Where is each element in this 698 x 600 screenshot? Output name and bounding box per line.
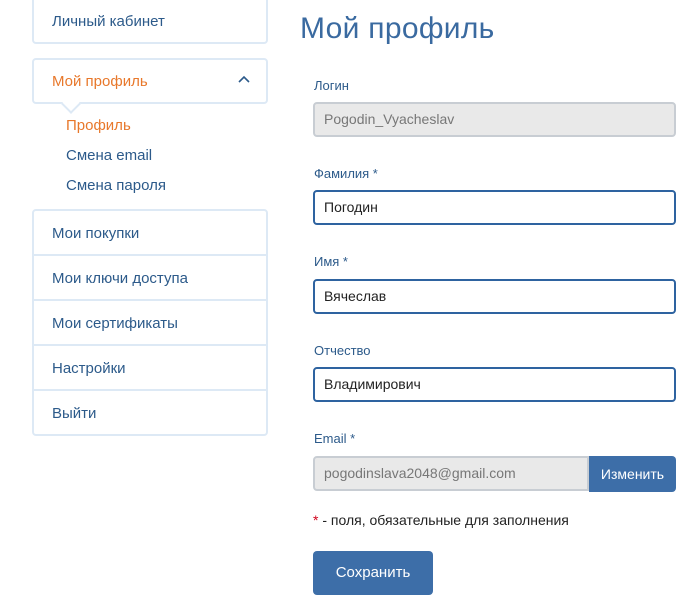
sidebar-item-logout[interactable]: Выйти: [34, 391, 266, 436]
sidebar-item-purchases[interactable]: Мои покупки: [34, 211, 266, 256]
required-note-text: - поля, обязательные для заполнения: [318, 512, 569, 528]
active-pointer: [61, 94, 81, 114]
submenu-item-change-password[interactable]: Смена пароля: [66, 177, 166, 194]
sidebar-item-label: Мои сертификаты: [52, 315, 178, 332]
save-button[interactable]: Сохранить: [313, 551, 433, 595]
last-name-label: Фамилия *: [314, 166, 378, 181]
login-field[interactable]: Pogodin_Vyacheslav: [313, 102, 676, 137]
email-label: Email *: [314, 431, 356, 446]
sidebar-item-label: Мои ключи доступа: [52, 270, 188, 287]
page-title: Мой профиль: [300, 12, 495, 45]
submenu-item-profile[interactable]: Профиль: [66, 117, 131, 134]
sidebar-item-settings[interactable]: Настройки: [34, 346, 266, 391]
sidebar-item-label: Настройки: [52, 360, 126, 377]
last-name-field[interactable]: Погодин: [313, 190, 676, 225]
login-label: Логин: [314, 78, 349, 93]
first-name-label: Имя *: [314, 254, 348, 269]
middle-name-label: Отчество: [314, 343, 371, 358]
submenu-item-change-email[interactable]: Смена email: [66, 147, 152, 164]
middle-name-field[interactable]: Владимирович: [313, 367, 676, 402]
sidebar-item-label: Личный кабинет: [52, 13, 165, 30]
sidebar-item-personal-account[interactable]: Личный кабинет: [32, 0, 268, 44]
chevron-up-icon: [238, 71, 250, 86]
first-name-field[interactable]: Вячеслав: [313, 279, 676, 314]
sidebar-item-label: Выйти: [52, 405, 97, 422]
sidebar-item-label: Мой профиль: [52, 73, 148, 90]
sidebar-item-access-keys[interactable]: Мои ключи доступа: [34, 256, 266, 301]
required-fields-note: * - поля, обязательные для заполнения: [313, 512, 569, 528]
sidebar-item-certificates[interactable]: Мои сертификаты: [34, 301, 266, 346]
change-email-button[interactable]: Изменить: [589, 456, 676, 492]
sidebar-item-label: Мои покупки: [52, 225, 140, 242]
sidebar-item-my-profile[interactable]: Мой профиль: [32, 58, 268, 114]
sidebar-menu: Мои покупки Мои ключи доступа Мои сертиф…: [32, 209, 268, 436]
email-field[interactable]: pogodinslava2048@gmail.com: [313, 456, 589, 491]
